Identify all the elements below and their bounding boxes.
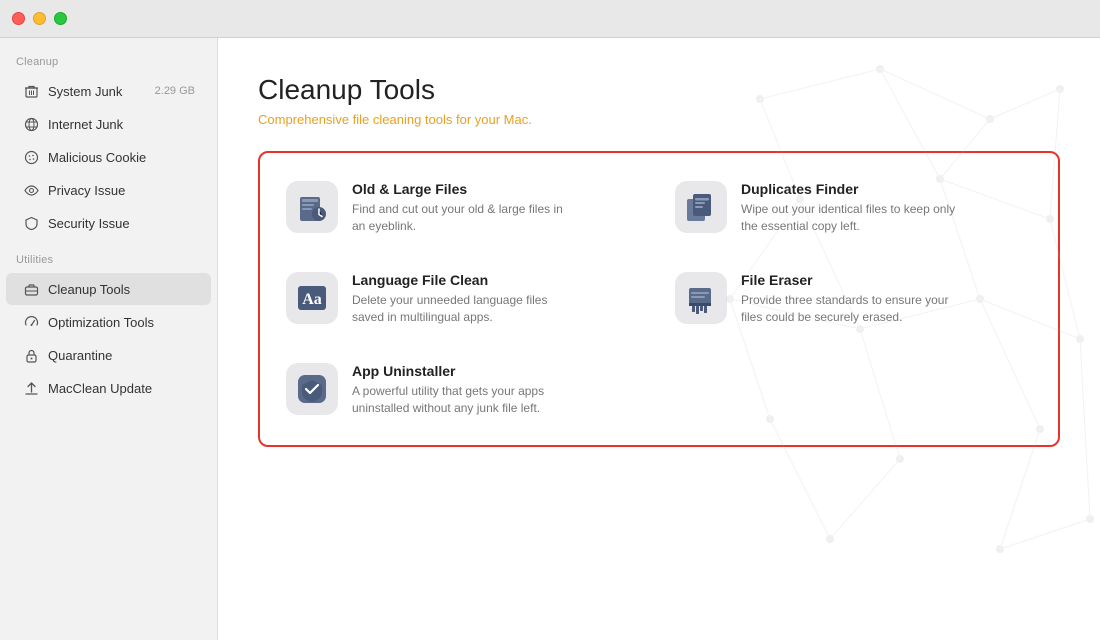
uninstaller-icon bbox=[294, 371, 330, 407]
uninstaller-desc: A powerful utility that gets your apps u… bbox=[352, 383, 572, 418]
language-info: Language File Clean Delete your unneeded… bbox=[352, 272, 572, 327]
uninstaller-name: App Uninstaller bbox=[352, 363, 572, 379]
uninstaller-info: App Uninstaller A powerful utility that … bbox=[352, 363, 572, 418]
trash-icon bbox=[22, 82, 40, 100]
sidebar-item-system-junk[interactable]: System Junk 2.29 GB bbox=[6, 75, 211, 107]
language-icon: Aa bbox=[294, 280, 330, 316]
sidebar-item-optimization-tools[interactable]: Optimization Tools bbox=[6, 306, 211, 338]
tools-grid: Old & Large Files Find and cut out your … bbox=[258, 151, 1060, 447]
tool-language-file-clean[interactable]: Aa Language File Clean Delete your unnee… bbox=[270, 254, 659, 345]
cleanup-tools-label: Cleanup Tools bbox=[48, 282, 195, 297]
eraser-info: File Eraser Provide three standards to e… bbox=[741, 272, 961, 327]
page-title: Cleanup Tools bbox=[258, 74, 1060, 106]
duplicates-icon bbox=[683, 189, 719, 225]
tool-app-uninstaller[interactable]: App Uninstaller A powerful utility that … bbox=[270, 345, 659, 436]
system-junk-badge: 2.29 GB bbox=[155, 85, 195, 97]
eraser-name: File Eraser bbox=[741, 272, 961, 288]
main-content: Cleanup Tools Comprehensive file cleanin… bbox=[218, 38, 1100, 640]
old-files-info: Old & Large Files Find and cut out your … bbox=[352, 181, 572, 236]
old-files-name: Old & Large Files bbox=[352, 181, 572, 197]
eraser-desc: Provide three standards to ensure your f… bbox=[741, 292, 961, 327]
cleanup-section-label: Cleanup bbox=[0, 52, 217, 74]
sidebar-item-privacy-issue[interactable]: Privacy Issue bbox=[6, 174, 211, 206]
language-name: Language File Clean bbox=[352, 272, 572, 288]
svg-text:Aa: Aa bbox=[302, 291, 322, 308]
eraser-icon-wrap bbox=[675, 272, 727, 324]
eye-icon bbox=[22, 181, 40, 199]
page-subtitle: Comprehensive file cleaning tools for yo… bbox=[258, 112, 1060, 127]
app-layout: Cleanup System Junk 2.29 GB bbox=[0, 38, 1100, 640]
sidebar-item-internet-junk[interactable]: Internet Junk bbox=[6, 108, 211, 140]
security-issue-label: Security Issue bbox=[48, 216, 195, 231]
sidebar-item-macclean-update[interactable]: MacClean Update bbox=[6, 372, 211, 404]
malicious-cookie-label: Malicious Cookie bbox=[48, 150, 195, 165]
old-files-icon bbox=[294, 189, 330, 225]
old-files-desc: Find and cut out your old & large files … bbox=[352, 201, 572, 236]
uninstaller-icon-wrap bbox=[286, 363, 338, 415]
sidebar-item-quarantine[interactable]: Quarantine bbox=[6, 339, 211, 371]
internet-junk-label: Internet Junk bbox=[48, 117, 195, 132]
sidebar: Cleanup System Junk 2.29 GB bbox=[0, 38, 218, 640]
privacy-issue-label: Privacy Issue bbox=[48, 183, 195, 198]
duplicates-desc: Wipe out your identical files to keep on… bbox=[741, 201, 961, 236]
language-desc: Delete your unneeded language files save… bbox=[352, 292, 572, 327]
titlebar bbox=[0, 0, 1100, 38]
system-junk-label: System Junk bbox=[48, 84, 147, 99]
close-button[interactable] bbox=[12, 12, 25, 25]
sidebar-item-malicious-cookie[interactable]: Malicious Cookie bbox=[6, 141, 211, 173]
sidebar-item-cleanup-tools[interactable]: Cleanup Tools bbox=[6, 273, 211, 305]
macclean-update-label: MacClean Update bbox=[48, 381, 195, 396]
tool-duplicates-finder[interactable]: Duplicates Finder Wipe out your identica… bbox=[659, 163, 1048, 254]
quarantine-label: Quarantine bbox=[48, 348, 195, 363]
shield-icon bbox=[22, 214, 40, 232]
sidebar-item-security-issue[interactable]: Security Issue bbox=[6, 207, 211, 239]
duplicates-name: Duplicates Finder bbox=[741, 181, 961, 197]
minimize-button[interactable] bbox=[33, 12, 46, 25]
utilities-section-label: Utilities bbox=[0, 250, 217, 272]
tool-old-large-files[interactable]: Old & Large Files Find and cut out your … bbox=[270, 163, 659, 254]
globe-icon bbox=[22, 115, 40, 133]
language-icon-wrap: Aa bbox=[286, 272, 338, 324]
eraser-icon bbox=[683, 280, 719, 316]
duplicates-icon-wrap bbox=[675, 181, 727, 233]
briefcase-icon bbox=[22, 280, 40, 298]
cookie-icon bbox=[22, 148, 40, 166]
maximize-button[interactable] bbox=[54, 12, 67, 25]
lock-icon bbox=[22, 346, 40, 364]
arrow-up-icon bbox=[22, 379, 40, 397]
sidebar-divider-1 bbox=[0, 240, 217, 250]
old-files-icon-wrap bbox=[286, 181, 338, 233]
tool-file-eraser[interactable]: File Eraser Provide three standards to e… bbox=[659, 254, 1048, 345]
optimization-tools-label: Optimization Tools bbox=[48, 315, 195, 330]
duplicates-info: Duplicates Finder Wipe out your identica… bbox=[741, 181, 961, 236]
gauge-icon bbox=[22, 313, 40, 331]
